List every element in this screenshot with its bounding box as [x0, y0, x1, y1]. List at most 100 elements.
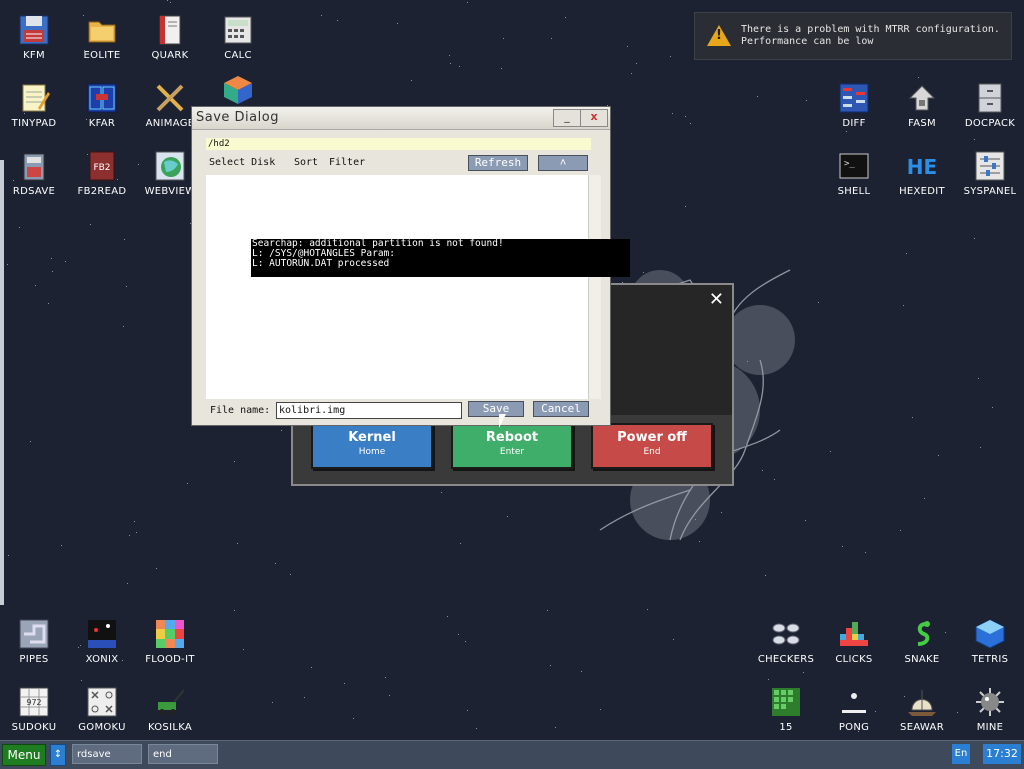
- icon-label: MINE: [976, 722, 1004, 733]
- icon-kfar[interactable]: KFAR: [68, 74, 136, 136]
- star: [501, 68, 502, 69]
- icon-diff[interactable]: DIFF: [820, 74, 888, 136]
- star: [243, 649, 244, 650]
- path-field[interactable]: /hd2: [206, 138, 591, 150]
- icon-gomoku[interactable]: GOMOKU: [68, 678, 136, 740]
- file-name-label: File name:: [210, 405, 271, 416]
- vertical-scrollbar[interactable]: [588, 175, 601, 399]
- star: [903, 305, 904, 306]
- star: [441, 492, 442, 493]
- icon-15[interactable]: 15: [752, 678, 820, 740]
- notification-text: There is a problem with MTRR configurati…: [741, 24, 1000, 48]
- star: [938, 455, 939, 456]
- close-button[interactable]: x: [580, 109, 608, 127]
- sudoku-icon: 972: [19, 687, 49, 717]
- star: [170, 2, 171, 3]
- reboot-button[interactable]: Reboot Enter: [451, 423, 573, 469]
- icon-hexedit[interactable]: HE HEXEDIT: [888, 142, 956, 204]
- icon-shell[interactable]: >_ SHELL: [820, 142, 888, 204]
- gomoku-icon: [87, 687, 117, 717]
- icon-pong[interactable]: PONG: [820, 678, 888, 740]
- icon-seawar[interactable]: SEAWAR: [888, 678, 956, 740]
- sort-menu[interactable]: Sort: [294, 157, 318, 168]
- star: [980, 447, 981, 448]
- icon-checkers[interactable]: CHECKERS: [752, 610, 820, 672]
- star: [565, 17, 566, 18]
- star: [459, 66, 460, 67]
- icon-eolite[interactable]: EOLITE: [68, 6, 136, 68]
- title-bar[interactable]: Save Dialog _ x: [192, 107, 610, 130]
- up-directory-button[interactable]: ˄: [538, 155, 588, 171]
- icon-tetris[interactable]: TETRIS: [956, 610, 1024, 672]
- panels-icon: [87, 83, 117, 113]
- file-name-input[interactable]: [276, 402, 462, 419]
- refresh-button[interactable]: Refresh: [468, 155, 528, 171]
- rubik-cube-icon: [224, 76, 252, 104]
- close-icon[interactable]: ✕: [709, 289, 724, 310]
- icon-snake[interactable]: SNAKE: [888, 610, 956, 672]
- icon-clicks[interactable]: CLICKS: [820, 610, 888, 672]
- mtrr-notification[interactable]: There is a problem with MTRR configurati…: [694, 12, 1012, 60]
- icon-rdsave[interactable]: RDSAVE: [0, 142, 68, 204]
- button-hotkey: End: [643, 447, 661, 457]
- icon-kosilka[interactable]: KOSILKA: [136, 678, 204, 740]
- icon-xonix[interactable]: XONIX: [68, 610, 136, 672]
- file-list[interactable]: [206, 175, 588, 399]
- cabinet-icon: [978, 83, 1002, 113]
- icon-label: SYSPANEL: [963, 186, 1017, 197]
- icon-kfm[interactable]: KFM: [0, 6, 68, 68]
- taskbar-item-end[interactable]: end: [148, 744, 218, 764]
- power-off-button[interactable]: Power off End: [591, 423, 713, 469]
- icon-calc[interactable]: CALC: [204, 6, 272, 68]
- save-button[interactable]: Save: [468, 401, 524, 417]
- star: [450, 63, 451, 64]
- icon-fb2read[interactable]: FB2 FB2READ: [68, 142, 136, 204]
- minimize-button[interactable]: _: [553, 109, 581, 127]
- icon-docpack[interactable]: DOCPACK: [956, 74, 1024, 136]
- button-title: Power off: [617, 430, 687, 445]
- star: [467, 2, 468, 3]
- language-indicator[interactable]: En: [952, 744, 970, 764]
- icon-label: KOSILKA: [147, 722, 193, 733]
- star: [460, 543, 461, 544]
- icon-sudoku[interactable]: 972 SUDOKU: [0, 678, 68, 740]
- icon-syspanel[interactable]: SYSPANEL: [956, 142, 1024, 204]
- star: [673, 639, 674, 640]
- switch-arrow-button[interactable]: ↕: [50, 744, 66, 766]
- icon-flood-it[interactable]: FLOOD-IT: [136, 610, 204, 672]
- kernel-button[interactable]: Kernel Home: [311, 423, 433, 469]
- star: [281, 430, 282, 431]
- globe-icon: [155, 151, 185, 181]
- star: [234, 461, 235, 462]
- icon-pipes[interactable]: PIPES: [0, 610, 68, 672]
- star: [397, 23, 398, 24]
- select-disk-menu[interactable]: Select Disk: [209, 157, 275, 168]
- icon-fasm[interactable]: FASM: [888, 74, 956, 136]
- star: [757, 96, 758, 97]
- taskbar-item-rdsave[interactable]: rdsave: [72, 744, 142, 764]
- star: [974, 139, 975, 140]
- cancel-button[interactable]: Cancel: [533, 401, 589, 417]
- notepad-icon: [22, 84, 50, 112]
- button-hotkey: Home: [358, 447, 386, 457]
- icon-mine[interactable]: MINE: [956, 678, 1024, 740]
- star: [503, 38, 504, 39]
- icon-quark[interactable]: QUARK: [136, 6, 204, 68]
- dialog-title: Save Dialog: [196, 110, 279, 125]
- icon-label: FLOOD-IT: [145, 654, 195, 665]
- star: [600, 709, 601, 710]
- star: [275, 563, 276, 564]
- star: [627, 46, 628, 47]
- star: [830, 451, 831, 452]
- console-line: L: AUTORUN.DAT processed: [251, 259, 630, 269]
- star: [685, 116, 686, 117]
- star: [19, 227, 20, 228]
- star: [636, 63, 637, 64]
- star: [8, 555, 9, 556]
- menu-button[interactable]: Menu: [2, 744, 46, 766]
- star: [992, 407, 993, 408]
- svg-text:FB2: FB2: [93, 163, 110, 173]
- icon-tinypad[interactable]: TINYPAD: [0, 74, 68, 136]
- brush-icon: [156, 84, 184, 112]
- filter-menu[interactable]: Filter: [329, 157, 365, 168]
